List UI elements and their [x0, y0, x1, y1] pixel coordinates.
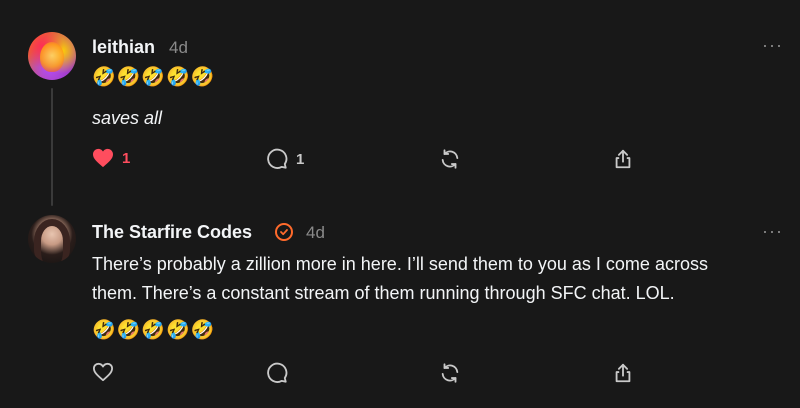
- comment-icon: [267, 148, 288, 169]
- more-icon[interactable]: ···: [762, 36, 783, 54]
- repost-button[interactable]: [439, 362, 461, 384]
- thread-line: [51, 88, 53, 206]
- emoji-text: 🤣🤣🤣🤣🤣: [92, 320, 216, 341]
- username[interactable]: The Starfire Codes: [92, 222, 252, 243]
- share-icon: [615, 363, 631, 383]
- share-button[interactable]: [612, 362, 634, 384]
- repost-button[interactable]: [439, 148, 461, 170]
- like-button[interactable]: 1: [92, 148, 130, 168]
- post-text-line-1: There’s probably a zillion more in here.…: [92, 254, 708, 274]
- share-icon: [615, 149, 631, 169]
- more-icon[interactable]: ···: [762, 222, 783, 240]
- heart-icon: [93, 362, 113, 382]
- post-starfire: The Starfire Codes 4d ··· There’s probab…: [0, 200, 800, 408]
- username[interactable]: leithian: [92, 37, 155, 58]
- post-leithian: leithian 4d ··· 🤣🤣🤣🤣🤣 saves all 1 1: [0, 0, 800, 206]
- emoji-text: 🤣🤣🤣🤣🤣: [92, 67, 216, 88]
- repost-icon: [441, 149, 459, 169]
- verified-icon: [275, 223, 293, 241]
- timestamp[interactable]: 4d: [169, 38, 188, 58]
- avatar[interactable]: [28, 215, 76, 263]
- reply-button[interactable]: 1: [266, 148, 304, 170]
- reply-count: 1: [296, 150, 305, 168]
- comment-icon: [267, 362, 288, 383]
- like-button[interactable]: [92, 362, 114, 382]
- repost-icon: [441, 363, 459, 383]
- share-button[interactable]: [612, 148, 634, 170]
- post-text: saves all: [92, 108, 163, 128]
- post-text-line-2: them. There’s a constant stream of them …: [92, 283, 675, 303]
- heart-icon: [93, 148, 113, 168]
- like-count: 1: [122, 149, 131, 167]
- timestamp[interactable]: 4d: [306, 223, 325, 243]
- avatar[interactable]: [28, 32, 76, 80]
- reply-button[interactable]: [266, 362, 288, 384]
